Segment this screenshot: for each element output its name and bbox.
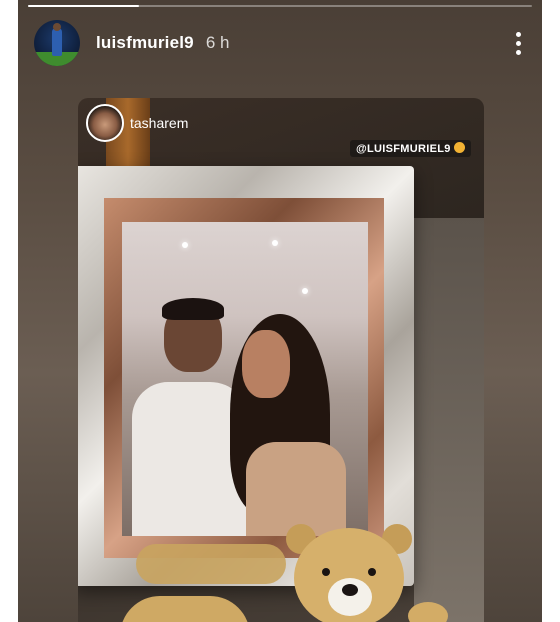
background-wall [414, 218, 484, 622]
bear-nose [342, 584, 358, 596]
story-header: luisfmuriel9 6 h [34, 18, 528, 68]
teddy-bear-small [120, 596, 250, 622]
teddy-bear [286, 524, 416, 622]
smiling-emoji-icon [453, 142, 465, 153]
author-username[interactable]: luisfmuriel9 [96, 33, 194, 53]
mention-text: @LUISFMURIEL9 [356, 143, 451, 155]
shared-story-card[interactable]: tasharem @LUISFMURIEL9 [78, 98, 484, 622]
teddy-bear-arm [136, 544, 286, 584]
story-viewer[interactable]: luisfmuriel9 6 h tasharem @LUISFMURIEL9 [18, 0, 542, 622]
shared-story-header[interactable]: tasharem [86, 104, 188, 142]
story-progress-fill [28, 5, 139, 7]
ceiling-light [182, 242, 188, 248]
shared-author-username[interactable]: tasharem [130, 115, 188, 131]
ceiling-light [302, 288, 308, 294]
woman-figure [246, 442, 346, 536]
couple-photo [122, 222, 368, 536]
photo-frame-inner [104, 198, 384, 558]
man-hair [162, 298, 224, 320]
post-timestamp: 6 h [205, 33, 230, 52]
more-options-icon[interactable] [508, 28, 528, 58]
ceiling-light [272, 240, 278, 246]
woman-face [242, 330, 290, 398]
story-progress-bar [28, 5, 532, 7]
author-avatar[interactable] [34, 20, 80, 66]
mention-sticker[interactable]: @LUISFMURIEL9 [350, 140, 471, 157]
photo-frame [78, 166, 414, 586]
shared-author-avatar[interactable] [86, 104, 124, 142]
